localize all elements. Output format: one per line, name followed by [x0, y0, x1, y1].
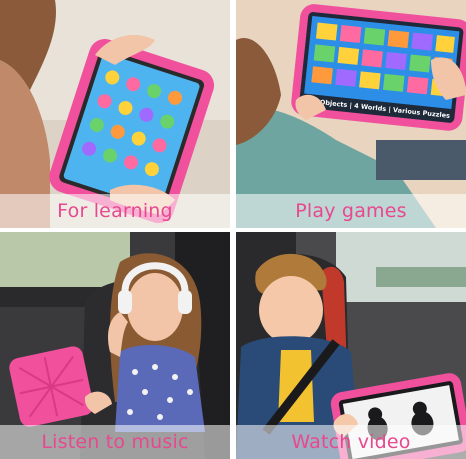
- caption-watch-video: Watch video: [291, 431, 411, 453]
- caption-play-games: Play games: [295, 200, 407, 222]
- panel-play-games: 100 Objects | 4 Worlds | Various Puzzles…: [236, 0, 466, 228]
- panel-for-learning: For learning: [0, 0, 230, 228]
- caption-listen-to-music: Listen to music: [41, 431, 189, 453]
- panel-listen-to-music: Listen to music: [0, 232, 230, 459]
- caption-for-learning: For learning: [57, 200, 173, 222]
- panel-watch-video: Watch video: [236, 232, 466, 459]
- collage-grid: For learning 100 Objects | 4 Worlds | Va…: [0, 0, 466, 459]
